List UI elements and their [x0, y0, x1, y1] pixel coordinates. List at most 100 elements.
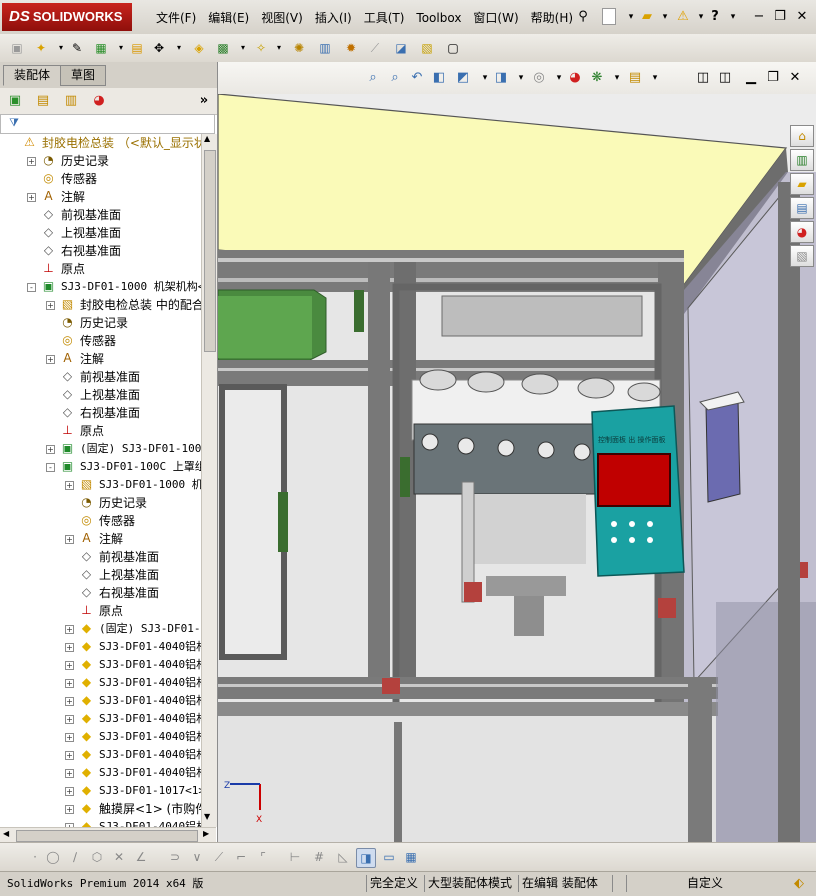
open-icon[interactable]: ▰ — [638, 8, 656, 26]
tree-item[interactable]: + A 注解 — [0, 530, 200, 548]
large-assembly-mode-icon[interactable]: ▢ — [444, 39, 462, 57]
collapse-toggle[interactable]: - — [27, 283, 36, 292]
tree-item[interactable]: ◇ 上视基准面 — [0, 566, 200, 584]
section-view-icon[interactable]: ◧ — [430, 69, 448, 87]
tree-item[interactable]: + ◆ SJ3-DF01-1017<1> (压 — [0, 782, 201, 800]
reference-geometry-icon[interactable]: ✧ — [252, 39, 270, 57]
expand-toggle[interactable]: + — [65, 787, 74, 796]
previous-view-icon[interactable]: ↶ — [408, 69, 426, 87]
help-icon[interactable]: ? — [706, 8, 724, 26]
view-settings-icon[interactable]: ▤ — [626, 69, 644, 87]
filter-icon[interactable]: ⧩ — [5, 114, 23, 132]
rebuild-warning-icon[interactable]: ⚠ — [674, 8, 692, 26]
instant3d-icon[interactable]: ▧ — [418, 39, 436, 57]
tree-item[interactable]: +◆SJ3-DF01-4040铝材<18 — [0, 818, 201, 827]
expand-toggle[interactable]: + — [27, 193, 36, 202]
feature-tree-icon[interactable]: ▣ — [6, 92, 24, 110]
custom-properties-icon[interactable]: ▧ — [790, 245, 814, 267]
tree-item[interactable]: + ◆ SJ3-DF01-4040铝材<3> — [0, 656, 201, 674]
tree-item[interactable]: ⊥ 原点 — [0, 602, 200, 620]
expand-toggle[interactable]: + — [65, 805, 74, 814]
expand-toggle[interactable]: + — [65, 751, 74, 760]
tree-vertical-scrollbar[interactable]: ▲ ▼ — [201, 134, 217, 827]
new-document-icon[interactable] — [602, 8, 616, 25]
reference-dropdown-icon[interactable]: ▾ — [270, 39, 288, 57]
fillet-icon[interactable]: ⌜ — [254, 848, 272, 866]
expand-toggle[interactable]: + — [65, 769, 74, 778]
tree-item[interactable]: ◇ 前视基准面 — [0, 548, 200, 566]
menu-edit[interactable]: 编辑(E) — [202, 8, 255, 28]
tree-item[interactable]: ◔ 历史记录 — [0, 494, 200, 512]
scroll-down-icon[interactable]: ▼ — [204, 812, 210, 821]
file-explorer-icon[interactable]: ▰ — [790, 173, 814, 195]
mirror-icon[interactable]: ⊃ — [166, 848, 184, 866]
viewport-restore-icon[interactable]: ❐ — [764, 69, 782, 87]
tree-filter-bar[interactable]: ⧩ — [0, 114, 215, 134]
tree-item[interactable]: ◇ 前视基准面 — [0, 368, 200, 386]
convert-entities-icon[interactable]: ∨ — [188, 848, 206, 866]
bill-of-materials-icon[interactable]: ▥ — [316, 39, 334, 57]
mate-icon[interactable]: ✎ — [68, 39, 86, 57]
new-motion-study-icon[interactable]: ✺ — [290, 39, 308, 57]
tree-item[interactable]: + ◆ 触摸屏<1> (市购件) — [0, 800, 201, 818]
tree-item[interactable]: + ◆ SJ3-DF01-4040铝材<4> — [0, 674, 201, 692]
help-dropdown-icon[interactable]: ▾ — [724, 8, 742, 26]
view-palette-icon[interactable]: ▤ — [790, 197, 814, 219]
scroll-up-icon[interactable]: ▲ — [204, 134, 210, 143]
tree-item[interactable]: + ◆ (固定) SJ3-DF01-4040 — [0, 620, 201, 638]
home-icon[interactable]: ⌂ — [790, 125, 814, 147]
expand-toggle[interactable]: + — [65, 535, 74, 544]
tab-sketch[interactable]: 草图 — [60, 65, 107, 86]
trim-icon[interactable]: ✕ — [110, 848, 128, 866]
display-style-icon[interactable]: ◨ — [492, 69, 510, 87]
tree-item[interactable]: + ▧ SJ3-DF01-1000 机架机 — [0, 476, 201, 494]
design-library-icon[interactable]: ▥ — [790, 149, 814, 171]
exploded-view-icon[interactable]: ✹ — [342, 39, 360, 57]
interference-detection-icon[interactable]: ◪ — [392, 39, 410, 57]
split-horizontal-icon[interactable]: ◫ — [694, 69, 712, 87]
split-vertical-icon[interactable]: ◫ — [716, 69, 734, 87]
property-manager-icon[interactable]: ▤ — [34, 92, 52, 110]
linear-pattern-icon[interactable]: ▦ — [92, 39, 110, 57]
scroll-right-icon[interactable]: ▶ — [203, 829, 209, 838]
tree-item[interactable]: ◎ 传感器 — [0, 170, 200, 188]
circle-icon[interactable]: ◯ — [44, 848, 62, 866]
tree-item[interactable]: + ◆ SJ3-DF01-4040铝材<13 — [0, 746, 201, 764]
component-icon[interactable]: ▣ — [8, 39, 26, 57]
four-view-icon[interactable]: ▦ — [402, 848, 420, 866]
tree-item[interactable]: -▣ SJ3-DF01-1000 机架机构<1> — [0, 278, 201, 296]
tree-item[interactable]: ⚠ 封胶电检总装 （<默认_显示状 — [0, 134, 201, 152]
menu-tools[interactable]: 工具(T) — [358, 8, 411, 28]
tree-item[interactable]: + A 注解 — [0, 188, 200, 206]
tree-item[interactable]: ◔ 历史记录 — [0, 314, 200, 332]
expand-toggle[interactable]: + — [65, 697, 74, 706]
tree-item[interactable]: ◇ 右视基准面 — [0, 242, 200, 260]
expand-toggle[interactable]: + — [65, 679, 74, 688]
graphics-area[interactable]: 控制面板 出 操作面板 Z X ⌕ ⌕ ↶ ◧ ◩ ▾ ◨ ▾ ◎ ▾ ◕ ❋ — [218, 62, 816, 842]
expand-panel-icon[interactable]: » — [195, 92, 213, 110]
expand-toggle[interactable]: + — [65, 625, 74, 634]
solidworks-logo[interactable]: DS SOLIDWORKS — [2, 3, 132, 31]
tree-horizontal-scrollbar[interactable]: ◀ ▶ — [0, 827, 216, 843]
move-component-icon[interactable]: ✥ — [150, 39, 168, 57]
close-icon[interactable]: ✕ — [793, 8, 811, 26]
collapse-toggle[interactable]: - — [46, 463, 55, 472]
edit-appearance-icon[interactable]: ◕ — [566, 69, 584, 87]
tree-item[interactable]: ◇ 前视基准面 — [0, 206, 200, 224]
tree-scroll-thumb[interactable] — [204, 150, 216, 352]
dimension-icon[interactable]: ⊢ — [286, 848, 304, 866]
tree-item[interactable]: ◇ 上视基准面 — [0, 386, 200, 404]
apply-scene-icon[interactable]: ❋ — [588, 69, 606, 87]
tree-item[interactable]: + ▣ (固定) SJ3-DF01-100D 机 — [0, 440, 201, 458]
show-hidden-icon[interactable]: ◈ — [190, 39, 208, 57]
expand-toggle[interactable]: + — [65, 733, 74, 742]
tree-item[interactable]: + ◆ SJ3-DF01-4040铝材<9> — [0, 692, 201, 710]
scene-dropdown-icon[interactable]: ▾ — [608, 69, 626, 87]
line-icon[interactable]: ∕ — [66, 848, 84, 866]
menu-help[interactable]: 帮助(H) — [525, 8, 579, 28]
tree-item[interactable]: ◎ 传感器 — [0, 332, 200, 350]
assembly-model-view[interactable]: 控制面板 出 操作面板 Z X — [218, 62, 816, 842]
features-dropdown-icon[interactable]: ▾ — [234, 39, 252, 57]
menu-insert[interactable]: 插入(I) — [309, 8, 358, 28]
display-dropdown-icon[interactable]: ▾ — [512, 69, 530, 87]
